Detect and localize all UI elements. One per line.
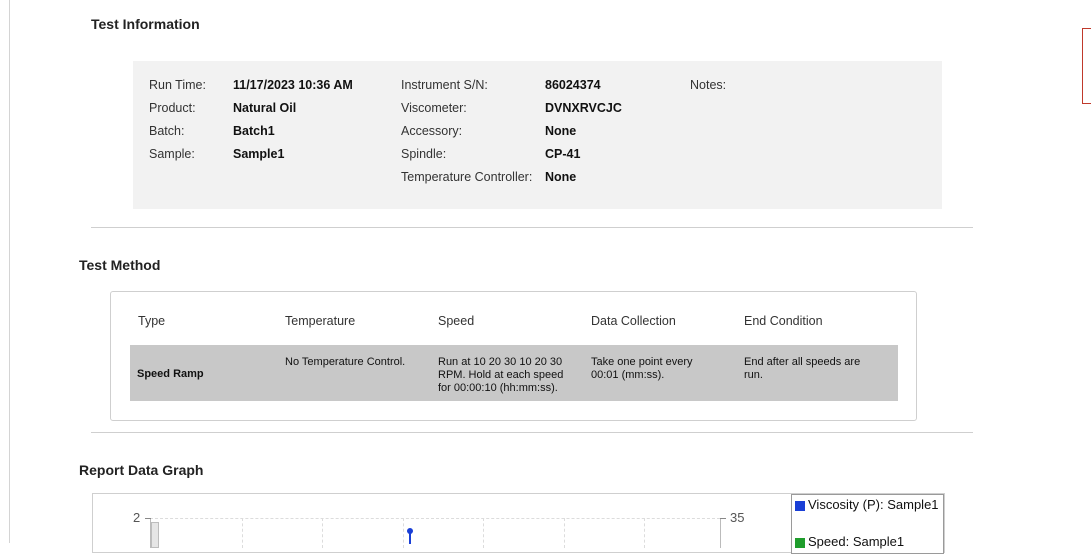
product-value: Natural Oil <box>233 101 297 115</box>
method-type-value: Speed Ramp <box>137 368 204 380</box>
method-speed-value: Run at 10 20 30 10 20 30 RPM. Hold at ea… <box>438 356 563 395</box>
report-data-graph-title: Report Data Graph <box>79 462 204 478</box>
speed-line-3: for 00:00:10 (hh:mm:ss). <box>438 382 558 394</box>
viscometer-label: Viscometer: <box>401 101 467 115</box>
grid-line <box>644 518 645 548</box>
section-divider <box>91 432 973 433</box>
data-collection-line-1: Take one point every <box>591 356 693 368</box>
left-border-line <box>9 0 10 543</box>
spindle-value: CP-41 <box>545 147 581 161</box>
test-information-title: Test Information <box>91 16 200 32</box>
header-temperature: Temperature <box>285 314 356 328</box>
data-collection-line-2: 00:01 (mm:ss). <box>591 369 665 381</box>
speed-line-2: RPM. Hold at each speed <box>438 369 564 381</box>
end-condition-line-1: End after all speeds are <box>744 356 861 368</box>
notes-label: Notes: <box>690 78 727 92</box>
header-type: Type <box>138 314 166 328</box>
batch-label: Batch: <box>149 124 185 138</box>
legend-label-viscosity: Viscosity (P): Sample1 <box>808 497 939 512</box>
method-temperature-value: No Temperature Control. <box>285 356 406 368</box>
left-axis-tick <box>145 518 151 519</box>
test-method-title: Test Method <box>79 257 161 273</box>
section-divider <box>91 227 973 228</box>
accessory-label: Accessory: <box>401 124 463 138</box>
left-axis-tick-label: 2 <box>133 510 141 525</box>
legend-swatch-viscosity <box>795 500 805 511</box>
legend-item-viscosity[interactable]: Viscosity (P): Sample1 <box>795 497 939 512</box>
graph-scroll-handle[interactable] <box>151 522 159 548</box>
grid-line <box>242 518 243 548</box>
grid-line <box>483 518 484 548</box>
spindle-label: Spindle: <box>401 147 447 161</box>
temperature-controller-label: Temperature Controller: <box>401 170 533 184</box>
viscometer-value: DVNXRVCJC <box>545 101 622 115</box>
instrument-sn-value: 86024374 <box>545 78 601 92</box>
legend-label-speed: Speed: Sample1 <box>808 534 905 549</box>
data-point-stem <box>409 530 411 544</box>
right-axis-tick-label: 35 <box>730 510 745 525</box>
header-end-condition: End Condition <box>744 314 823 328</box>
grid-line <box>322 518 323 548</box>
method-end-condition-value: End after all speeds are run. <box>744 356 860 382</box>
instrument-sn-label: Instrument S/N: <box>401 78 488 92</box>
grid-line <box>564 518 565 548</box>
speed-line-1: Run at 10 20 30 10 20 30 <box>438 356 563 368</box>
sample-label: Sample: <box>149 147 195 161</box>
temperature-controller-value: None <box>545 170 577 184</box>
grid-line <box>150 518 720 519</box>
method-data-collection-value: Take one point every 00:01 (mm:ss). <box>591 356 693 382</box>
right-axis-tick <box>720 518 726 519</box>
offscreen-panel-edge <box>1082 28 1091 104</box>
header-speed: Speed <box>438 314 475 328</box>
accessory-value: None <box>545 124 577 138</box>
end-condition-line-2: run. <box>744 369 763 381</box>
right-y-axis <box>720 518 721 548</box>
product-label: Product: <box>149 101 196 115</box>
header-data-collection: Data Collection <box>591 314 676 328</box>
legend-item-speed[interactable]: Speed: Sample1 <box>795 534 904 549</box>
run-time-label: Run Time: <box>149 78 206 92</box>
grid-line <box>403 518 404 548</box>
batch-value: Batch1 <box>233 124 275 138</box>
sample-value: Sample1 <box>233 147 285 161</box>
run-time-value: 11/17/2023 10:36 AM <box>233 78 353 92</box>
